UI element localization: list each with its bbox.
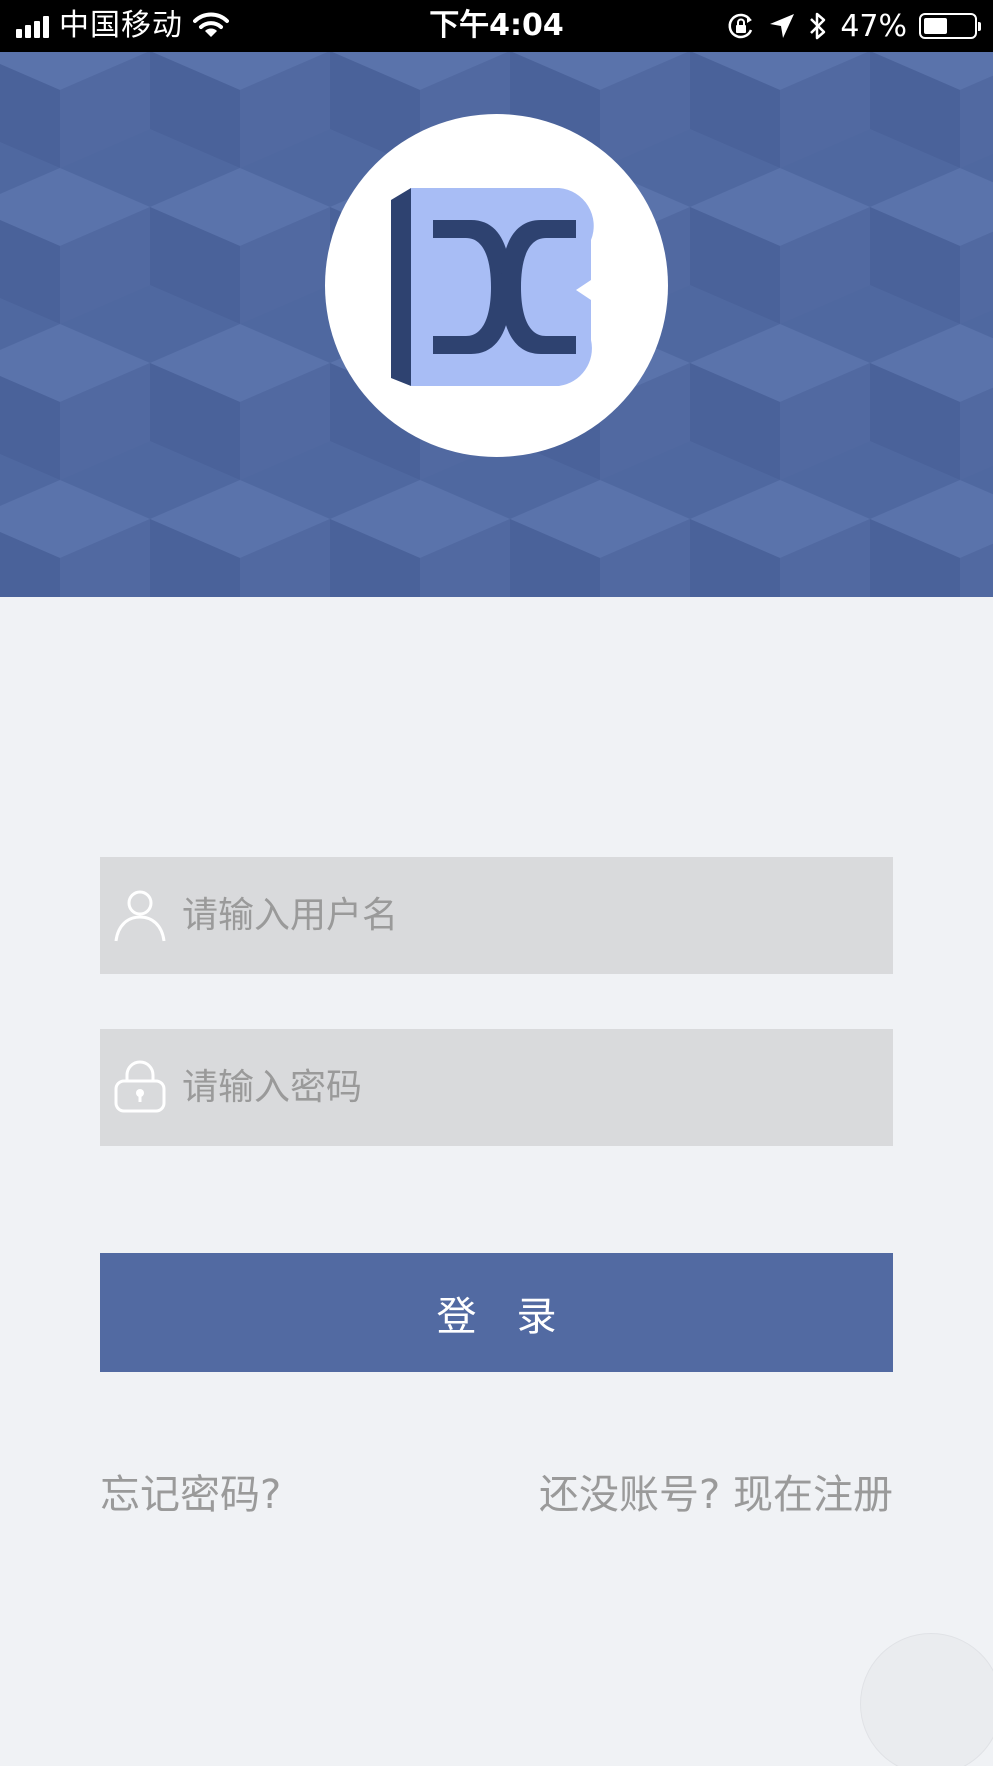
header-banner [0,52,993,597]
assistive-touch-button[interactable] [860,1633,993,1766]
app-logo [391,188,594,386]
username-field[interactable] [100,857,893,974]
lock-icon [114,1060,166,1113]
username-input[interactable] [182,857,872,974]
logo-circle [325,114,668,457]
forgot-password-link[interactable]: 忘记密码? [100,1465,281,1525]
password-field[interactable] [100,1029,893,1146]
status-bar: 中国移动 下午4:04 47% [0,0,993,52]
password-input[interactable] [182,1029,872,1146]
login-screen: 中国移动 下午4:04 47% 请输入用户名 登录 忘记密码? 还没账号? 现在… [0,0,993,1766]
location-arrow-icon [770,14,795,38]
battery-tip [978,22,981,31]
register-link[interactable]: 还没账号? 现在注册 [539,1465,893,1525]
bluetooth-icon [810,12,826,40]
battery-fill [924,18,947,34]
battery-icon [919,13,981,39]
status-right: 47% [726,0,981,52]
orientation-lock-icon [728,13,753,39]
login-button[interactable]: 登录 [100,1253,893,1372]
user-icon [114,890,166,942]
battery-percent: 47% [840,8,907,44]
